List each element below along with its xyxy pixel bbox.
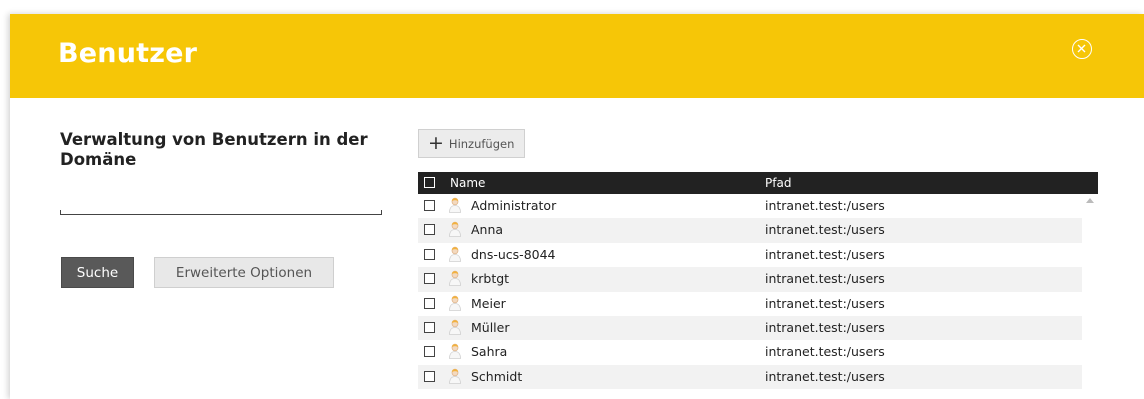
user-name[interactable]: Administrator [471,198,556,213]
column-header-name[interactable]: Name [450,176,485,190]
add-user-button[interactable]: + Hinzufügen [418,129,525,158]
table-row[interactable]: Sahra intranet.test:/users [418,340,1082,364]
scroll-up-arrow-icon[interactable] [1086,198,1094,203]
user-name[interactable]: Sahra [471,344,507,359]
row-checkbox[interactable] [424,297,435,309]
close-circle-icon [1077,44,1086,53]
user-name[interactable]: Anna [471,222,503,237]
table-row[interactable]: Administrator intranet.test:/users [418,194,1082,218]
user-path: intranet.test:/users [765,368,885,384]
user-path: intranet.test:/users [765,271,885,287]
add-button-label: Hinzufügen [448,136,515,151]
row-checkbox[interactable] [424,224,435,236]
grid-rows: Administrator intranet.test:/users Anna int… [418,194,1082,390]
module-header: Benutzer [10,14,1144,98]
user-icon [448,295,462,314]
advanced-options-button[interactable]: Erweiterte Optionen [154,257,334,288]
row-checkbox[interactable] [424,370,435,382]
user-icon [448,343,462,362]
row-checkbox[interactable] [424,200,435,211]
grid-header: Name Pfad [418,172,1098,194]
user-icon [448,197,462,216]
row-checkbox[interactable] [424,346,435,358]
grid-scrollbar[interactable] [1082,194,1098,399]
user-icon [448,221,462,240]
user-path: intranet.test:/users [765,344,885,360]
user-path: intranet.test:/users [765,198,885,213]
close-button[interactable] [1072,39,1092,59]
module-description: Verwaltung von Benutzern in der Domäne [60,130,368,169]
user-icon [448,319,462,338]
user-icon [448,368,462,387]
user-path: intranet.test:/users [765,246,885,262]
user-name[interactable]: Schmidt [471,369,522,384]
table-row[interactable]: krbtgt intranet.test:/users [418,267,1082,292]
user-path: intranet.test:/users [765,319,885,335]
search-button[interactable]: Suche [61,257,134,288]
column-header-path[interactable]: Pfad [765,176,791,190]
user-icon [448,270,462,289]
user-name[interactable]: dns-ucs-8044 [471,247,556,262]
user-name[interactable]: Meier [471,296,506,311]
table-row[interactable]: Schmidt intranet.test:/users [418,364,1082,390]
user-name[interactable]: Müller [471,320,509,335]
row-checkbox[interactable] [424,248,435,260]
select-all-checkbox[interactable] [424,177,435,188]
background-edge [0,0,10,399]
row-checkbox[interactable] [424,273,435,285]
plus-icon: + [428,132,444,154]
user-icon [448,246,462,265]
search-input[interactable] [60,210,382,215]
row-checkbox[interactable] [424,321,435,333]
page-title: Benutzer [58,38,198,69]
user-path: intranet.test:/users [765,222,885,238]
users-grid: Name Pfad Administrator intranet.test:/us… [418,172,1098,399]
table-row[interactable]: Müller intranet.test:/users [418,315,1082,341]
user-path: intranet.test:/users [765,295,885,311]
user-name[interactable]: krbtgt [471,271,509,286]
table-row[interactable]: Anna intranet.test:/users [418,218,1082,243]
table-row[interactable]: dns-ucs-8044 intranet.test:/users [418,243,1082,267]
users-module-panel: Benutzer Verwaltung von Benutzern in der… [10,14,1144,399]
table-row[interactable]: Meier intranet.test:/users [418,292,1082,316]
